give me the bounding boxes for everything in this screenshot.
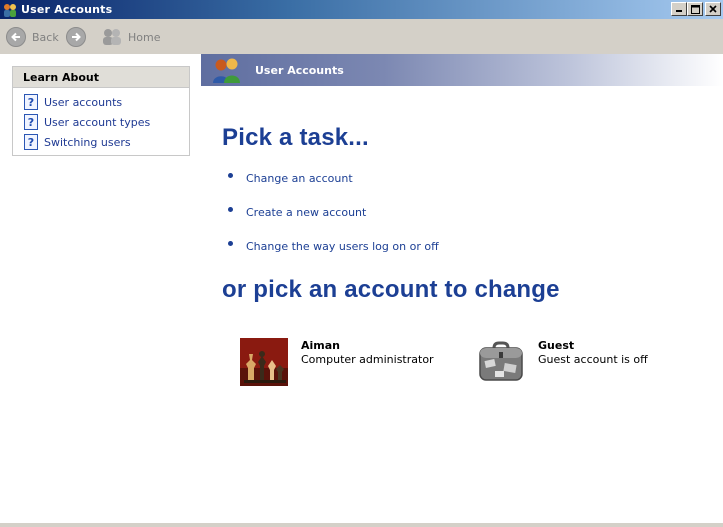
learn-about-panel: Learn About ? User accounts ? User accou… [12, 66, 190, 156]
learn-item-switching-users[interactable]: ? Switching users [13, 132, 189, 152]
window-title: User Accounts [21, 3, 113, 16]
account-status: Guest account is off [538, 353, 648, 366]
minimize-button[interactable] [671, 2, 687, 16]
back-button[interactable]: Back [6, 22, 59, 52]
navigation-toolbar: Back Home [0, 19, 723, 54]
help-icon: ? [24, 134, 38, 150]
back-label: Back [32, 30, 59, 44]
back-arrow-icon [6, 27, 26, 47]
title-bar: User Accounts [0, 0, 723, 19]
maximize-button[interactable] [687, 2, 703, 16]
close-button[interactable] [705, 2, 721, 16]
window-controls [671, 2, 721, 16]
account-tile-guest[interactable]: Guest Guest account is off [477, 338, 648, 386]
task-label: Change an account [246, 172, 353, 185]
pick-task-heading: Pick a task... [222, 124, 369, 151]
task-label: Change the way users log on or off [246, 240, 439, 253]
bullet-icon [228, 173, 233, 178]
user-accounts-icon [211, 56, 243, 84]
main-content: Pick a task... Change an account Create … [201, 86, 723, 523]
account-tile-aiman[interactable]: Aiman Computer administrator [240, 338, 434, 386]
help-icon: ? [24, 114, 38, 130]
learn-item-user-account-types[interactable]: ? User account types [13, 112, 189, 132]
bullet-icon [228, 207, 233, 212]
task-label: Create a new account [246, 206, 367, 219]
header-title: User Accounts [255, 63, 344, 77]
learn-item-user-accounts[interactable]: ? User accounts [13, 92, 189, 112]
learn-item-label: User accounts [44, 95, 123, 109]
learn-about-heading: Learn About [13, 67, 189, 88]
header-band: User Accounts [201, 54, 723, 86]
learn-item-label: User account types [44, 115, 151, 129]
home-icon [101, 27, 123, 48]
maximize-icon [690, 4, 700, 14]
suitcase-avatar [477, 338, 525, 386]
account-type: Computer administrator [301, 353, 434, 366]
chess-pieces-avatar [240, 338, 288, 386]
learn-item-label: Switching users [44, 135, 131, 149]
left-pane: Learn About ? User accounts ? User accou… [0, 54, 201, 523]
task-change-account[interactable]: Change an account [228, 172, 353, 185]
task-create-account[interactable]: Create a new account [228, 206, 366, 219]
help-icon: ? [24, 94, 38, 110]
window-bottom-border [0, 523, 723, 527]
forward-button[interactable] [66, 22, 86, 52]
learn-about-list: ? User accounts ? User account types ? S… [13, 88, 189, 152]
account-name: Aiman [301, 339, 340, 352]
task-change-logon[interactable]: Change the way users log on or off [228, 240, 439, 253]
minimize-icon [676, 10, 682, 12]
home-label: Home [128, 30, 161, 44]
pick-account-heading: or pick an account to change [222, 276, 560, 303]
close-icon [709, 5, 717, 13]
account-name: Guest [538, 339, 575, 352]
bullet-icon [228, 241, 233, 246]
forward-arrow-icon [66, 27, 86, 47]
home-button[interactable]: Home [101, 22, 160, 52]
user-accounts-app-icon [2, 2, 18, 18]
